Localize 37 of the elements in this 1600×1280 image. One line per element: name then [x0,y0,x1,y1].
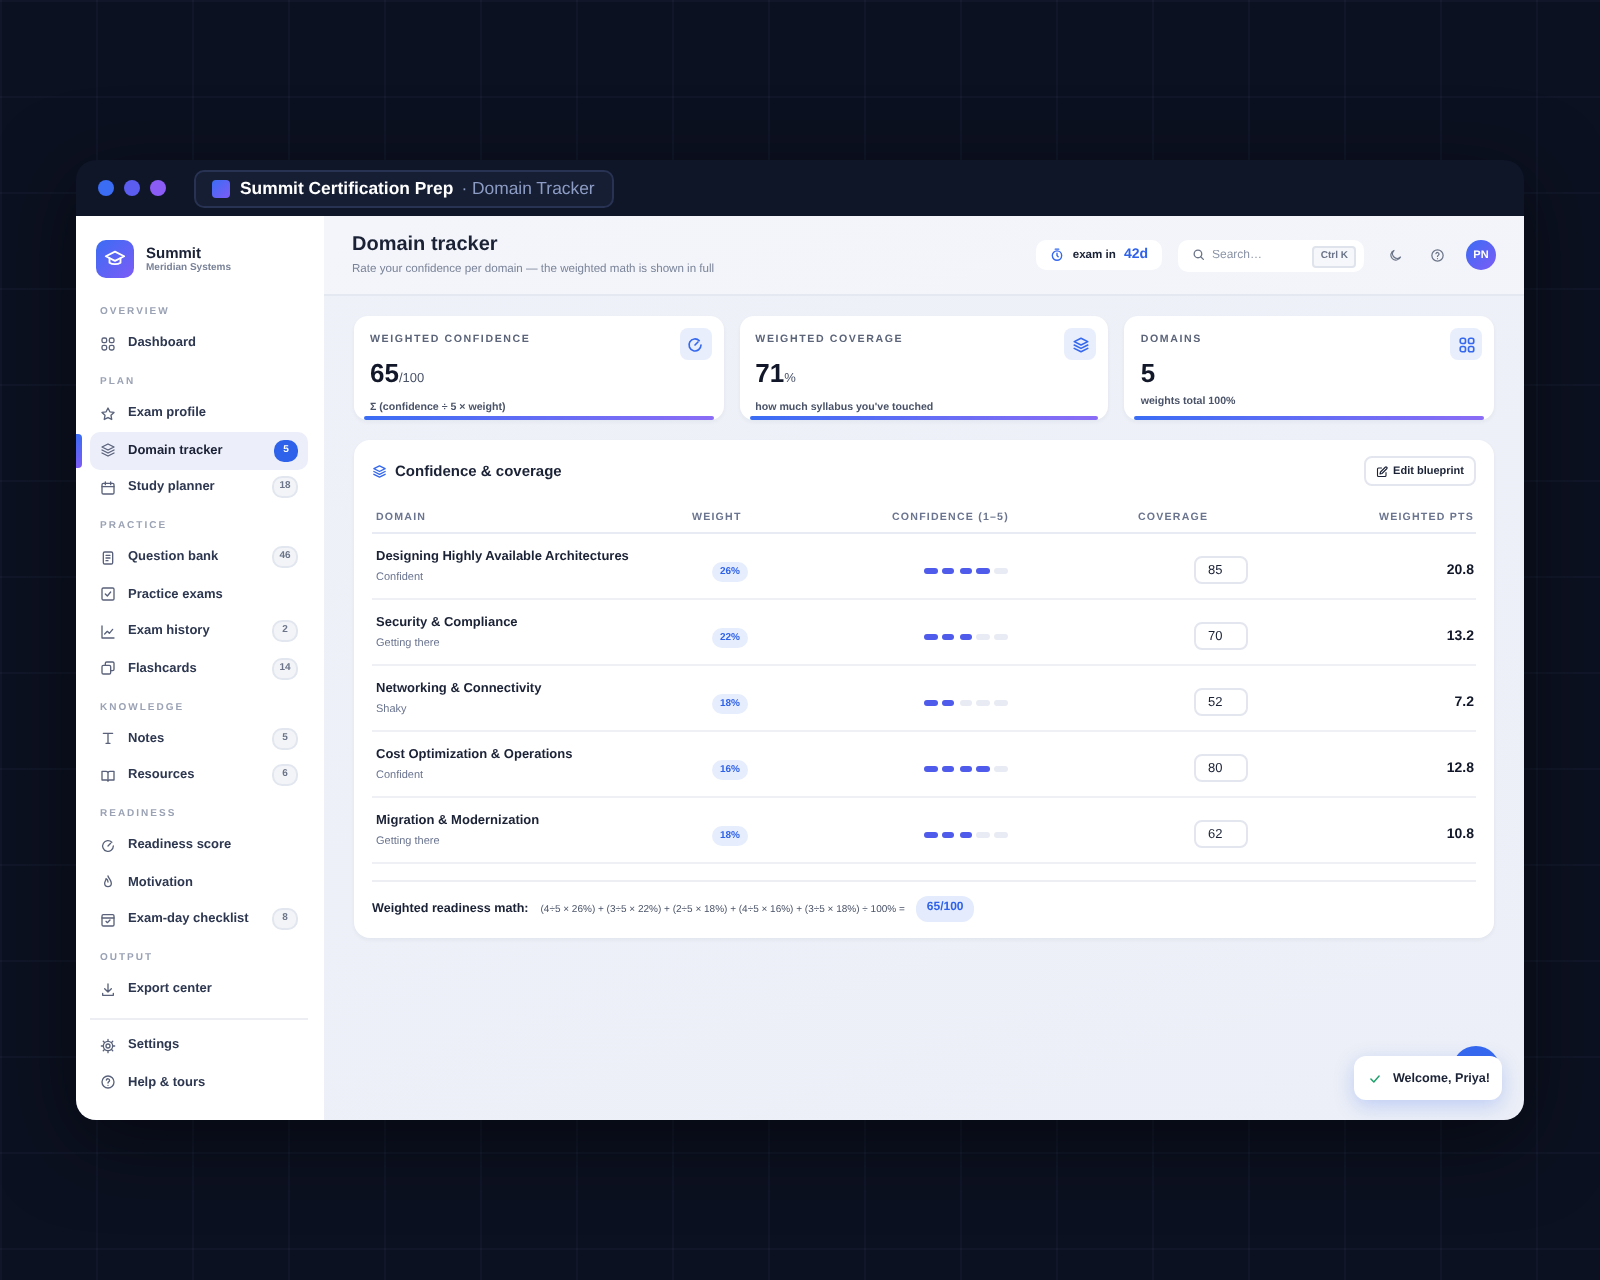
window-dot-icon[interactable] [150,180,166,196]
search-icon [1192,248,1205,262]
grid-icon [100,335,116,352]
gauge-icon [679,328,712,360]
cards-icon [100,660,116,677]
settings-icon [100,1037,116,1054]
graduation-cap-icon [96,240,134,278]
gauge-icon [100,837,116,854]
window-dot-icon[interactable] [98,180,114,196]
document-icon [100,549,116,566]
star-icon [100,405,116,422]
stopwatch-icon [1050,248,1065,262]
window-dot-icon[interactable] [124,180,140,196]
check-icon [1368,1071,1383,1085]
calendar-check-icon [100,911,116,928]
checkbox-icon [100,586,116,603]
active-indicator [76,434,82,467]
square-icon [212,179,230,197]
grid-icon [1450,328,1482,360]
page-title: Domain tracker [352,233,498,257]
calendar-icon [100,479,116,496]
edit-icon [1375,465,1388,477]
book-icon [100,767,116,784]
title-tab[interactable]: Summit Certification Prep · Domain Tracker [194,169,615,207]
layers-icon [100,442,116,459]
help-icon[interactable] [1429,247,1444,263]
stat-value: 5 [1140,358,1156,388]
help-icon [100,1074,116,1091]
text-icon [100,730,116,747]
download-icon [100,981,116,998]
window-title: Summit Certification Prep [240,178,454,198]
moon-icon[interactable] [1388,247,1403,263]
breadcrumb: · Domain Tracker [461,178,595,198]
layers-icon [1064,328,1097,360]
layers-icon [372,463,387,479]
line-chart-icon [100,623,116,640]
flame-icon [100,874,116,891]
